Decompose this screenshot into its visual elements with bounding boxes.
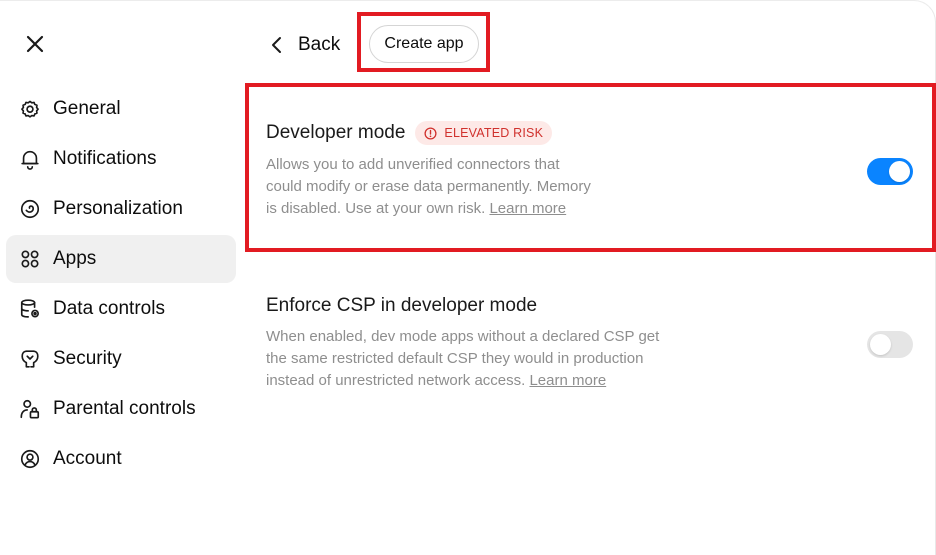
gear-icon xyxy=(19,98,41,120)
sidebar-item-label: Data controls xyxy=(53,298,165,319)
header-bar: Back xyxy=(268,24,340,66)
risk-badge-label: ELEVATED RISK xyxy=(444,126,544,140)
elevated-risk-badge: ELEVATED RISK xyxy=(415,121,553,145)
sidebar-item-label: General xyxy=(53,98,121,119)
developer-mode-description: Allows you to add unverified connectors … xyxy=(266,154,591,220)
sidebar-item-label: Personalization xyxy=(53,198,183,219)
apps-grid-icon xyxy=(19,248,41,270)
back-button[interactable]: Back xyxy=(268,34,340,56)
back-label: Back xyxy=(298,34,341,55)
warning-icon xyxy=(424,126,437,140)
enforce-csp-description: When enabled, dev mode apps without a de… xyxy=(266,326,659,392)
description-line: could modify or erase data permanently. … xyxy=(266,178,591,195)
create-app-button[interactable]: Create app xyxy=(369,25,479,63)
description-line: Allows you to add unverified connectors … xyxy=(266,156,560,173)
sidebar-item-parental-controls[interactable]: Parental controls xyxy=(6,385,236,433)
settings-window: General Notifications Personalization Ap… xyxy=(0,0,936,555)
sidebar-item-label: Parental controls xyxy=(53,398,196,419)
sidebar-item-data-controls[interactable]: Data controls xyxy=(6,285,236,333)
developer-mode-title: Developer mode xyxy=(266,122,406,143)
settings-sidebar: General Notifications Personalization Ap… xyxy=(6,85,236,485)
description-line: instead of unrestricted network access. xyxy=(266,372,526,389)
close-icon[interactable] xyxy=(22,31,48,57)
developer-mode-toggle[interactable] xyxy=(867,158,913,185)
learn-more-link[interactable]: Learn more xyxy=(489,200,566,217)
description-line: the same restricted default CSP they wou… xyxy=(266,350,644,367)
sidebar-item-label: Account xyxy=(53,448,122,469)
enforce-csp-toggle[interactable] xyxy=(867,331,913,358)
sidebar-item-apps[interactable]: Apps xyxy=(6,235,236,283)
sidebar-item-general[interactable]: General xyxy=(6,85,236,133)
developer-mode-setting: Developer mode ELEVATED RISK Allows you … xyxy=(266,121,591,220)
sidebar-item-notifications[interactable]: Notifications xyxy=(6,135,236,183)
bell-icon xyxy=(19,148,41,170)
enforce-csp-title: Enforce CSP in developer mode xyxy=(266,295,538,316)
enforce-csp-setting: Enforce CSP in developer mode When enabl… xyxy=(266,295,659,392)
sidebar-item-label: Apps xyxy=(53,248,97,269)
account-icon xyxy=(19,448,41,470)
parental-icon xyxy=(19,398,41,420)
toggle-knob xyxy=(870,334,891,355)
description-line: When enabled, dev mode apps without a de… xyxy=(266,328,660,345)
chevron-left-icon xyxy=(272,37,281,53)
sidebar-item-security[interactable]: Security xyxy=(6,335,236,383)
personalization-icon xyxy=(19,198,41,220)
security-icon xyxy=(19,348,41,370)
sidebar-item-label: Security xyxy=(53,348,122,369)
database-icon xyxy=(19,298,41,320)
description-line: is disabled. Use at your own risk. xyxy=(266,200,486,217)
toggle-knob xyxy=(889,161,910,182)
learn-more-link[interactable]: Learn more xyxy=(529,372,606,389)
sidebar-item-personalization[interactable]: Personalization xyxy=(6,185,236,233)
sidebar-item-account[interactable]: Account xyxy=(6,435,236,483)
sidebar-item-label: Notifications xyxy=(53,148,157,169)
